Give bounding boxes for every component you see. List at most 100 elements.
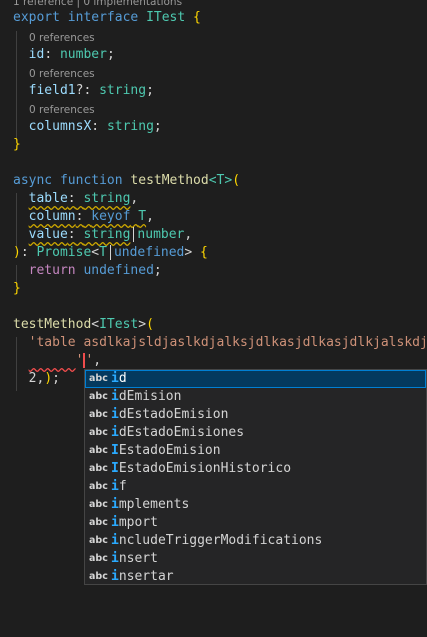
suggestion-item[interactable]: abc idEmision [85,388,426,406]
suggestion-label-rest: mport [118,515,158,530]
suggestion-label: idEstadoEmision [111,406,228,424]
code-line-brace-close[interactable]: } [13,136,21,154]
code-line-param-column[interactable]: column: keyof T, [13,208,154,226]
brace-close: } [13,281,21,296]
suggestion-item[interactable]: abc implements [85,496,426,514]
punctuation: , [184,227,193,242]
keyword-undefined: undefined [113,245,185,260]
code-line-call-arg1[interactable]: 'table asdlkajsldjaslkdjalksjdlkasjdlkas… [13,334,427,352]
suggestion-label: IEstadoEmisionHistorico [111,460,291,478]
code-line-field-field1[interactable]: field1?: string; [13,82,154,100]
code-line-field-id[interactable]: id: number; [13,46,115,64]
suggestion-match-highlight: i [111,515,119,530]
codelens-columnsx-references[interactable]: 0 references [29,103,95,117]
suggestion-match-highlight: i [111,569,119,584]
type-string: string [106,119,154,134]
suggestion-match-highlight: I [111,461,119,476]
text-kind-icon: abc [89,445,108,456]
suggestion-label-rest: nsertar [118,569,174,584]
call-function-name: testMethod [13,317,92,332]
punctuation: : [20,245,29,260]
text-kind-icon: abc [89,499,108,510]
paren-close: ) [44,371,53,386]
suggestion-label: id [111,370,127,388]
suggestion-label: import [111,514,158,532]
suggestion-widget[interactable]: abc id abc idEmision abc idEstadoEmision abc id… [84,369,427,585]
suggestion-list[interactable]: abc id abc idEmision abc idEstadoEmision abc id… [85,370,426,584]
codelens-id-references[interactable]: 0 references [29,31,95,45]
suggestion-item[interactable]: abc insert [85,550,426,568]
suggestion-match-highlight: i [111,407,119,422]
suggestion-label-rest: mplements [118,497,190,512]
codelens-references[interactable]: 1 reference | 0 implementations [13,0,182,9]
suggestion-label-rest: nsert [118,551,158,566]
suggestion-label: idEstadoEmisiones [111,424,244,442]
generic-parameter: <T> [208,173,233,188]
property-field1: field1 [28,83,76,98]
suggestion-label-rest: ncludeTriggerModifications [118,533,323,548]
suggestion-label-rest: f [118,479,127,494]
suggestion-item[interactable]: abc id [85,370,426,388]
punctuation: > [138,317,147,332]
suggestion-item[interactable]: abc includeTriggerModifications [85,532,426,550]
code-line-call-arg2[interactable]: ' ', [13,352,101,370]
punctuation: < [91,245,100,260]
brace-close: } [13,137,21,152]
suggestion-label: insert [111,550,158,568]
keyword-async: async [13,173,53,188]
suggestion-match-highlight: i [111,497,119,512]
suggestion-match-highlight: i [111,551,119,566]
text-kind-icon: abc [89,571,108,582]
punctuation: : [44,47,53,62]
punctuation: > [184,245,193,260]
code-line-brace-close[interactable]: } [13,280,21,298]
suggestion-item[interactable]: abc insertar [85,568,426,584]
string-quote-open: ' [75,353,84,368]
code-line-function-declaration[interactable]: async function testMethod<T>( [13,172,240,190]
keyword-keyof: keyof [91,209,131,224]
type-number: number [59,47,107,62]
suggestion-item[interactable]: abc idEstadoEmisiones [85,424,426,442]
codelens-field1-references[interactable]: 0 references [29,67,95,81]
text-kind-icon: abc [89,391,108,402]
code-line-return-type[interactable]: ): Promise<T undefined> { [13,244,208,262]
punctuation: ; [153,119,162,134]
text-kind-icon: abc [89,427,108,438]
suggestion-label: insertar [111,568,174,584]
suggestion-label-rest: dEmision [118,389,182,404]
type-t: T [138,209,147,224]
punctuation: : [75,209,84,224]
punctuation: < [91,317,100,332]
suggestion-item[interactable]: abc import [85,514,426,532]
suggestion-match-highlight: i [111,533,119,548]
text-kind-icon: abc [89,463,108,474]
code-line-call[interactable]: testMethod<ITest>( [13,316,154,334]
code-editor[interactable]: 1 reference | 0 implementations export i… [0,0,427,637]
suggestion-label-rest: dEstadoEmisiones [118,425,245,440]
brace-open: { [200,245,208,260]
code-line-field-columnsx[interactable]: columnsX: string; [13,118,162,136]
code-line-call-arg3[interactable]: 2,); [13,370,60,388]
suggestion-label: idEmision [111,388,181,406]
suggestion-match-highlight: I [111,443,119,458]
punctuation: ; [153,263,162,278]
suggestion-item[interactable]: abc idEstadoEmision [85,406,426,424]
property-columnsx: columnsX [28,119,92,134]
suggestion-item[interactable]: abc if [85,478,426,496]
type-string: string [99,83,147,98]
error-squiggle [29,353,76,368]
suggestion-item[interactable]: abc IEstadoEmision [85,442,426,460]
suggestion-label-rest: d [118,371,127,386]
suggestion-match-highlight: i [111,479,119,494]
punctuation: ; [106,47,115,62]
type-t: T [99,245,107,260]
parameter-table: table [28,191,68,206]
code-line-return[interactable]: return undefined; [13,262,162,280]
suggestion-item[interactable]: abc IEstadoEmisionHistorico [85,460,426,478]
code-line-param-value[interactable]: value: string number, [13,226,192,244]
type-promise: Promise [36,245,92,260]
code-line-interface[interactable]: export interface ITest { [13,9,201,27]
code-line-param-table[interactable]: table: string, [13,190,139,208]
punctuation: ; [52,371,60,386]
suggestion-label-rest: EstadoEmision [118,443,221,458]
